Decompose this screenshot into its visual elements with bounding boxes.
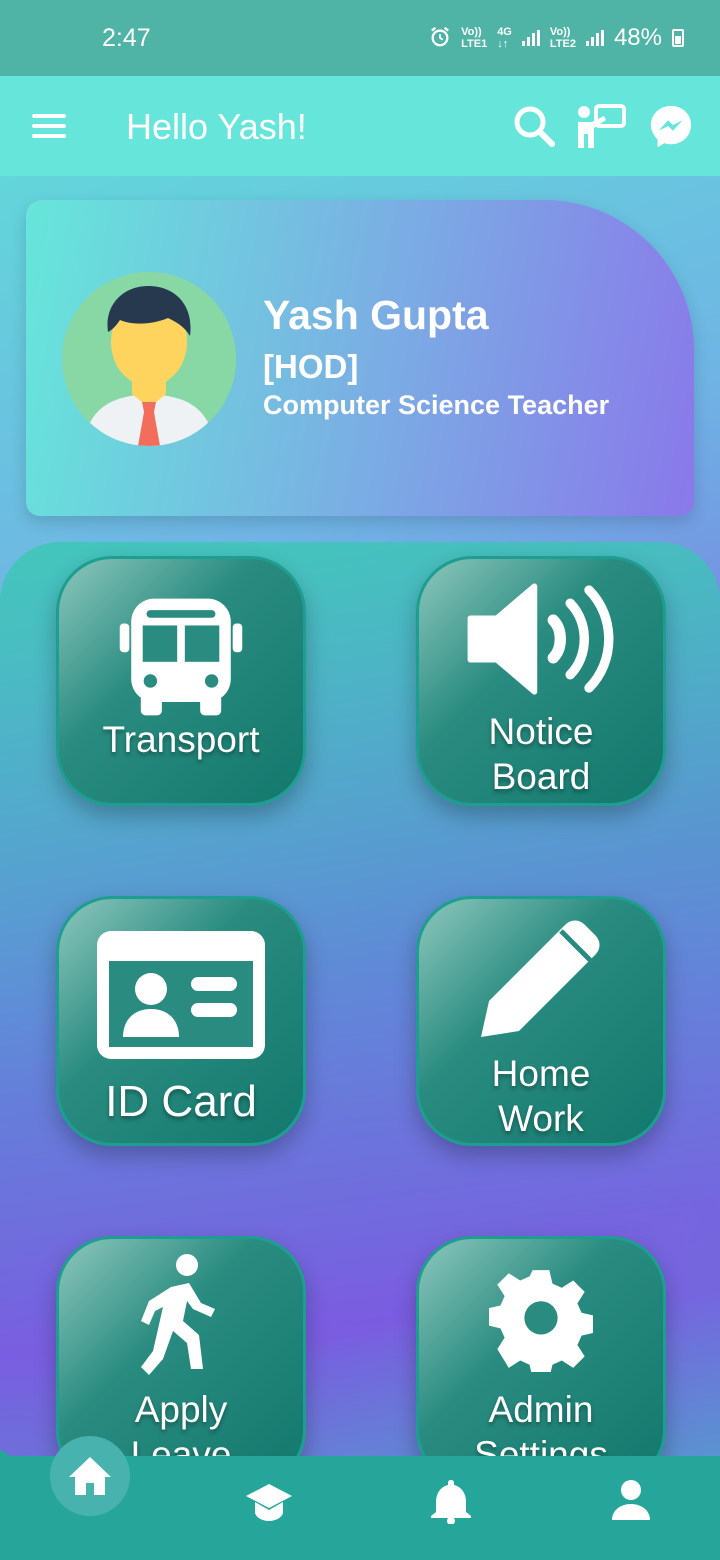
admin-settings-tile[interactable]: Admin Settings: [416, 1236, 666, 1486]
pencil-icon: [461, 913, 621, 1043]
bus-icon: [101, 583, 261, 723]
network-top: 4G: [497, 26, 512, 38]
greeting-title: Hello Yash!: [126, 106, 307, 147]
graduation-cap-icon[interactable]: [244, 1476, 294, 1524]
home-work-tile[interactable]: Home Work: [416, 896, 666, 1146]
gear-icon: [461, 1265, 621, 1375]
person-icon[interactable]: [606, 1476, 656, 1524]
notice-board-tile[interactable]: Notice Board: [416, 556, 666, 806]
profile-role: [HOD]: [263, 348, 359, 385]
status-bar: 2:47 Vo)) LTE1 4G ↓↑ Vo)) LTE2 48%: [0, 0, 720, 76]
status-time: 2:47: [102, 23, 151, 52]
search-icon[interactable]: [510, 102, 558, 150]
menu-icon[interactable]: [32, 114, 66, 140]
home-icon[interactable]: [50, 1436, 130, 1516]
battery-icon: [672, 29, 684, 47]
avatar: [62, 272, 236, 446]
leave-label-line1: Apply: [134, 1389, 228, 1430]
teacher-board-icon[interactable]: [574, 102, 628, 150]
homework-label-line1: Home: [491, 1053, 591, 1094]
sim2-bottom: LTE2: [549, 38, 576, 50]
home-work-label: Home Work: [492, 1051, 591, 1141]
sim2-indicator: Vo)) LTE2: [550, 26, 576, 50]
sim1-top: Vo)): [461, 26, 482, 38]
id-card-label: ID Card: [105, 1077, 257, 1126]
profile-department: Computer Science Teacher: [263, 390, 610, 420]
bottom-nav-curve: [0, 1450, 260, 1560]
alarm-icon: [429, 26, 451, 51]
admin-label-line1: Admin: [488, 1389, 594, 1430]
notice-label-line1: Notice: [488, 711, 594, 752]
speaker-icon: [461, 579, 621, 699]
status-icons: Vo)) LTE1 4G ↓↑ Vo)) LTE2 48%: [429, 24, 684, 52]
transport-label: Transport: [102, 719, 260, 760]
sim1-indicator: Vo)) LTE1: [461, 26, 487, 50]
signal-icon-2: [585, 30, 604, 46]
network-indicator: 4G ↓↑: [497, 26, 512, 50]
battery-percent: 48%: [613, 24, 662, 51]
messenger-icon[interactable]: [648, 102, 694, 150]
app-bar: Hello Yash!: [0, 76, 720, 176]
sim2-top: Vo)): [549, 26, 571, 38]
notice-board-label: Notice Board: [489, 709, 594, 799]
id-card-icon: [91, 925, 271, 1065]
bell-icon[interactable]: [426, 1476, 476, 1525]
notice-label-line2: Board: [491, 756, 591, 797]
walking-icon: [101, 1253, 261, 1381]
profile-name: Yash Gupta: [263, 292, 489, 338]
network-bottom: ↓↑: [497, 38, 509, 50]
profile-card: Yash Gupta [HOD] Computer Science Teache…: [26, 200, 694, 516]
homework-label-line2: Work: [498, 1098, 584, 1139]
transport-tile[interactable]: Transport: [56, 556, 306, 806]
sim1-bottom: LTE1: [461, 38, 488, 50]
id-card-tile[interactable]: ID Card: [56, 896, 306, 1146]
signal-icon: [521, 30, 540, 46]
